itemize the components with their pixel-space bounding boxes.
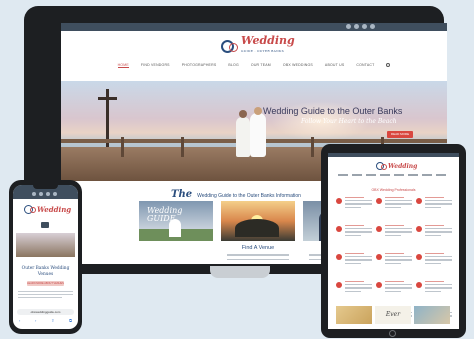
nav-home[interactable]: HOME (117, 63, 129, 68)
vendor-tile[interactable] (376, 253, 412, 273)
vendor-tile[interactable] (376, 281, 412, 301)
venue-card[interactable]: Find A Venue (221, 201, 295, 264)
vendor-tile[interactable] (336, 253, 372, 273)
vendor-category-icon (376, 254, 382, 260)
facebook-icon[interactable] (346, 24, 351, 29)
pinterest-icon[interactable] (46, 192, 50, 196)
vendor-category-icon (416, 282, 422, 288)
read-more-button[interactable]: READ MORE (387, 131, 413, 138)
tablet-device: Wedding OBX Wedding Professionals Ever (321, 144, 466, 338)
section-heading: OBX Wedding Professionals (371, 188, 416, 192)
page-title: Outer Banks Wedding Venues (13, 266, 78, 278)
intro-text: Wedding Guide to the Outer Banks Informa… (197, 193, 301, 199)
vendor-tile[interactable] (416, 253, 452, 273)
photo-strip: Ever (336, 306, 450, 324)
vendor-category-icon (336, 226, 342, 232)
vendor-category-icon (376, 282, 382, 288)
twitter-icon[interactable] (53, 192, 57, 196)
wedding-rings-icon (376, 162, 387, 170)
title-line-1: Outer Banks Wedding (21, 266, 70, 271)
site-logo[interactable]: Wedding (376, 162, 417, 170)
back-icon[interactable]: ‹ (19, 318, 20, 323)
nav-photographers[interactable]: PHOTOGRAPHERS (182, 63, 217, 68)
vendor-category-icon (416, 226, 422, 232)
vendor-category-icon (376, 226, 382, 232)
hero-image (16, 233, 75, 257)
forward-icon[interactable]: › (35, 318, 36, 323)
wedding-rings-icon (24, 205, 36, 214)
main-nav: HOME FIND VENDORS PHOTOGRAPHERS BLOG OUR… (61, 63, 447, 68)
intro-the: The (171, 189, 193, 200)
facebook-icon[interactable] (32, 192, 36, 196)
tablet-screen: Wedding OBX Wedding Professionals Ever (328, 153, 459, 329)
top-bar (328, 153, 459, 157)
hero-subtitle: Follow Your Heart to the Beach (301, 118, 397, 125)
nav-our-team[interactable]: OUR TEAM (251, 63, 271, 68)
url-bar[interactable]: obxweddingguide.com (17, 309, 74, 315)
sunset-venue-image (221, 201, 295, 241)
home-button[interactable] (389, 330, 396, 337)
phone-notch (33, 185, 58, 189)
nav-about-us[interactable]: ABOUT US (325, 63, 344, 68)
logo-subtitle: GUIDE · OUTER BANKS (241, 49, 284, 53)
vendor-tile[interactable] (336, 281, 372, 301)
pinterest-icon[interactable] (362, 24, 367, 29)
couple-photo (234, 107, 270, 157)
vendor-category-icon (416, 198, 422, 204)
couple-beach-photo[interactable] (414, 306, 450, 324)
laptop-stand (210, 266, 270, 278)
site-logo[interactable]: Wedding (24, 205, 71, 214)
hamburger-menu-icon[interactable] (41, 222, 49, 228)
vendor-tile[interactable] (416, 225, 452, 245)
nav-obx-weddings[interactable]: OBX WEDDINGS (283, 63, 313, 68)
card-title: Find A Venue (241, 245, 275, 251)
vendor-tile[interactable] (376, 197, 412, 217)
magazine-cover-image: Wedding GUIDE (139, 201, 213, 241)
vendor-tile[interactable] (336, 225, 372, 245)
instagram-icon[interactable] (354, 24, 359, 29)
vendor-category-icon (336, 282, 342, 288)
twitter-icon[interactable] (370, 24, 375, 29)
social-links (346, 24, 375, 29)
nav-find-vendors[interactable]: FIND VENDORS (141, 63, 170, 68)
intro-heading: The Wedding Guide to the Outer Banks Inf… (171, 189, 301, 200)
vendor-tile[interactable] (376, 225, 412, 245)
logo-word: Wedding (37, 205, 72, 214)
nav-blog[interactable]: BLOG (228, 63, 239, 68)
social-links (32, 192, 57, 196)
vendor-category-icon (416, 254, 422, 260)
hero-title: Wedding Guide to the Outer Banks (263, 106, 403, 116)
body-text (18, 291, 73, 300)
vendor-tile[interactable] (336, 197, 372, 217)
beach-chairs-photo[interactable] (336, 306, 372, 324)
wedding-rings-icon (221, 39, 238, 53)
share-icon[interactable]: ⇪ (51, 318, 54, 323)
vendor-category-icon (376, 198, 382, 204)
browser-toolbar: ‹ › ⇪ ⧉ (19, 318, 72, 323)
phone-screen: Wedding Outer Banks Wedding Venues LEARN… (13, 185, 78, 329)
site-logo[interactable]: Wedding GUIDE · OUTER BANKS (221, 35, 295, 57)
instagram-icon[interactable] (39, 192, 43, 196)
tabs-icon[interactable]: ⧉ (69, 318, 72, 323)
vendor-tile[interactable] (416, 197, 452, 217)
phone-device: Wedding Outer Banks Wedding Venues LEARN… (9, 180, 82, 334)
top-bar (61, 23, 447, 31)
main-nav[interactable] (338, 174, 449, 176)
top-bar (13, 185, 78, 199)
magazine-card[interactable]: Wedding GUIDE (139, 201, 213, 264)
title-line-2: Venues (37, 272, 54, 277)
nav-contact[interactable]: CONTACT (356, 63, 374, 68)
learn-more-button[interactable]: LEARN MORE ABOUT VENUES (27, 281, 64, 286)
vendor-category-icon (336, 198, 342, 204)
search-icon[interactable] (386, 63, 391, 67)
logo-word: Wedding (388, 162, 418, 170)
vendor-tile[interactable] (416, 281, 452, 301)
vendor-category-icon (336, 254, 342, 260)
ever-photo[interactable]: Ever (375, 306, 411, 324)
